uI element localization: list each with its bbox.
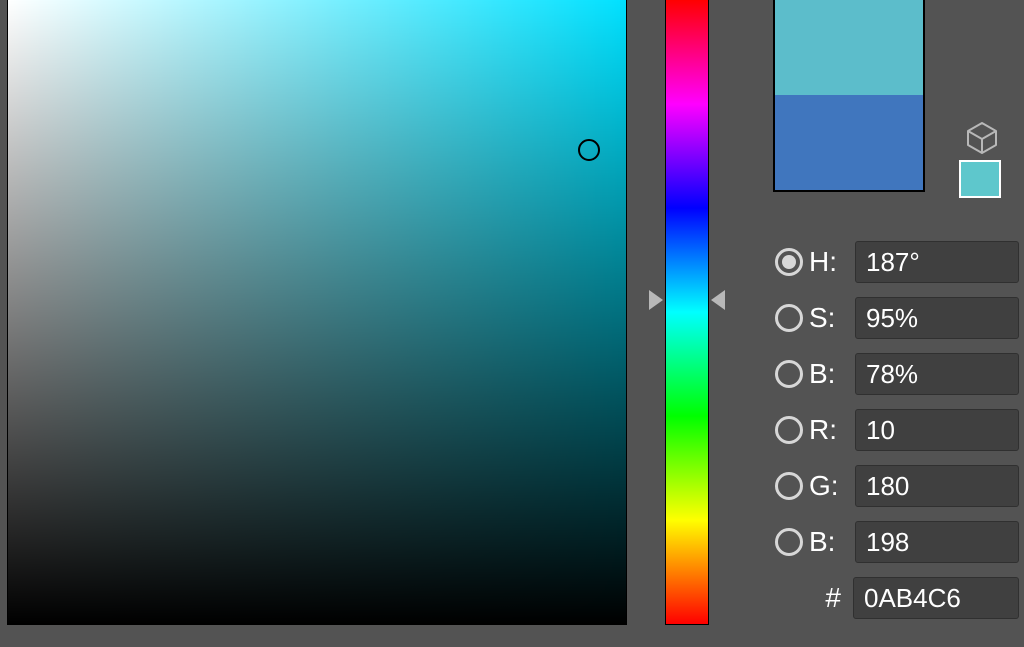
- row-saturation: S:: [775, 290, 1019, 346]
- new-color-swatch: [775, 0, 923, 95]
- color-swatch-box[interactable]: [775, 0, 923, 190]
- row-red: R:: [775, 402, 1019, 458]
- input-blue[interactable]: [855, 521, 1019, 563]
- radio-hue[interactable]: [775, 248, 803, 276]
- radio-blue[interactable]: [775, 528, 803, 556]
- input-red[interactable]: [855, 409, 1019, 451]
- label-hex: #: [775, 582, 847, 614]
- radio-saturation[interactable]: [775, 304, 803, 332]
- radio-red[interactable]: [775, 416, 803, 444]
- hue-slider[interactable]: [666, 0, 708, 624]
- color-value-rows: H: S: B: R: G: B: #: [775, 234, 1019, 626]
- row-hex: #: [775, 570, 1019, 626]
- row-blue: B:: [775, 514, 1019, 570]
- label-red[interactable]: R:: [809, 414, 849, 446]
- sb-black-gradient: [8, 0, 626, 624]
- row-hue: H:: [775, 234, 1019, 290]
- input-saturation[interactable]: [855, 297, 1019, 339]
- input-green[interactable]: [855, 465, 1019, 507]
- websafe-color-swatch[interactable]: [961, 162, 999, 196]
- input-brightness[interactable]: [855, 353, 1019, 395]
- hue-slider-arrow-right-icon: [711, 290, 725, 310]
- row-green: G:: [775, 458, 1019, 514]
- label-hue[interactable]: H:: [809, 246, 849, 278]
- previous-color-swatch: [775, 95, 923, 190]
- label-green[interactable]: G:: [809, 470, 849, 502]
- label-saturation[interactable]: S:: [809, 302, 849, 334]
- saturation-brightness-field[interactable]: [8, 0, 626, 624]
- hue-slider-arrow-left-icon: [649, 290, 663, 310]
- cube-icon[interactable]: [964, 120, 1000, 156]
- label-blue[interactable]: B:: [809, 526, 849, 558]
- input-hex[interactable]: [853, 577, 1019, 619]
- radio-brightness[interactable]: [775, 360, 803, 388]
- input-hue[interactable]: [855, 241, 1019, 283]
- row-brightness: B:: [775, 346, 1019, 402]
- radio-green[interactable]: [775, 472, 803, 500]
- label-brightness[interactable]: B:: [809, 358, 849, 390]
